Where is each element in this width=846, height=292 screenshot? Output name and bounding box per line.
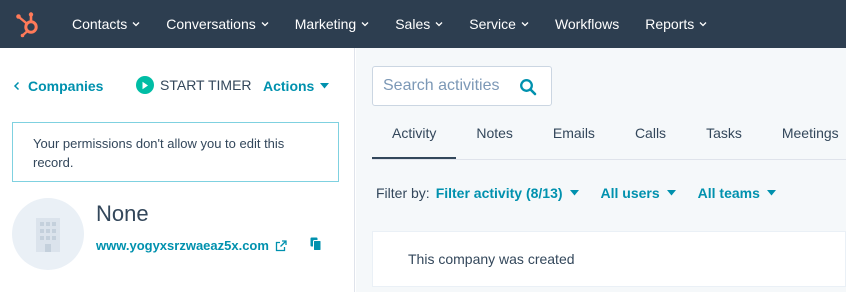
all-users-label: All users [600, 185, 660, 201]
tab-activity[interactable]: Activity [372, 114, 457, 160]
play-icon [136, 76, 154, 94]
nav-item-service[interactable]: Service [456, 0, 542, 48]
start-timer-label: START TIMER [160, 77, 252, 93]
building-icon [36, 218, 60, 252]
nav-item-label: Workflows [554, 16, 620, 32]
nav-item-label: Conversations [166, 16, 256, 32]
chevron-down-icon [435, 22, 443, 27]
chevron-down-icon [132, 22, 140, 27]
company-domain-link[interactable]: www.yogyxsrzwaeaz5x.com [96, 238, 269, 253]
chevron-down-icon [699, 22, 707, 27]
tab-tasks[interactable]: Tasks [686, 114, 762, 160]
activity-text: This company was created [408, 251, 575, 267]
actions-label: Actions [263, 78, 315, 94]
search-activities-input[interactable] [383, 77, 513, 95]
tab-emails[interactable]: Emails [533, 114, 615, 160]
nav-item-label: Reports [645, 16, 695, 32]
tab-calls[interactable]: Calls [615, 114, 686, 160]
nav-item-sales[interactable]: Sales [382, 0, 456, 48]
filter-activity-label: Filter activity (8/13) [435, 185, 563, 201]
search-icon[interactable] [519, 78, 537, 96]
record-sidebar: Companies START TIMER Actions Your permi… [0, 48, 355, 292]
activity-card[interactable]: This company was created [372, 231, 846, 287]
company-name: None [96, 201, 149, 226]
back-link-label: Companies [28, 78, 104, 94]
company-avatar [12, 198, 84, 270]
activity-tabs: Activity Notes Emails Calls Tasks Meetin… [372, 114, 846, 160]
all-teams-label: All teams [697, 185, 760, 201]
activity-panel: Activity Notes Emails Calls Tasks Meetin… [356, 48, 846, 292]
chevron-down-icon [261, 22, 269, 27]
nav-item-conversations[interactable]: Conversations [153, 0, 282, 48]
external-link-icon[interactable] [275, 239, 287, 252]
all-teams-dropdown[interactable]: All teams [698, 185, 776, 201]
filter-by-label: Filter by: [376, 185, 430, 201]
hubspot-logo-icon[interactable] [14, 10, 42, 38]
chevron-left-icon [13, 81, 20, 91]
nav-item-label: Contacts [72, 16, 128, 32]
chevron-down-icon [521, 22, 529, 27]
nav-item-label: Service [469, 16, 516, 32]
nav-item-marketing[interactable]: Marketing [282, 0, 382, 48]
tabs-divider [372, 159, 846, 160]
filter-bar: Filter by: Filter activity (8/13) All us… [376, 185, 798, 201]
start-timer-button[interactable]: START TIMER [136, 76, 252, 94]
caret-down-icon [766, 190, 776, 196]
top-navigation: Contacts Conversations Marketing Sales S… [0, 0, 846, 48]
filter-activity-dropdown[interactable]: Filter activity (8/13) [436, 185, 579, 201]
copy-icon[interactable] [310, 237, 322, 251]
nav-item-workflows[interactable]: Workflows [542, 0, 632, 48]
caret-down-icon [320, 83, 330, 89]
nav-item-label: Sales [395, 16, 431, 32]
caret-down-icon [666, 190, 676, 196]
caret-down-icon [569, 190, 579, 196]
permissions-alert: Your permissions don't allow you to edit… [12, 122, 339, 182]
tab-notes[interactable]: Notes [456, 114, 533, 160]
search-activities-field[interactable] [372, 66, 552, 106]
actions-dropdown[interactable]: Actions [263, 78, 330, 94]
nav-item-label: Marketing [294, 16, 357, 32]
tab-meetings[interactable]: Meetings [762, 114, 846, 160]
all-users-dropdown[interactable]: All users [601, 185, 676, 201]
nav-item-reports[interactable]: Reports [632, 0, 720, 48]
company-domain[interactable]: www.yogyxsrzwaeaz5x.com [96, 238, 287, 253]
back-to-companies-link[interactable]: Companies [13, 78, 103, 94]
chevron-down-icon [361, 22, 369, 27]
nav-item-contacts[interactable]: Contacts [59, 0, 153, 48]
